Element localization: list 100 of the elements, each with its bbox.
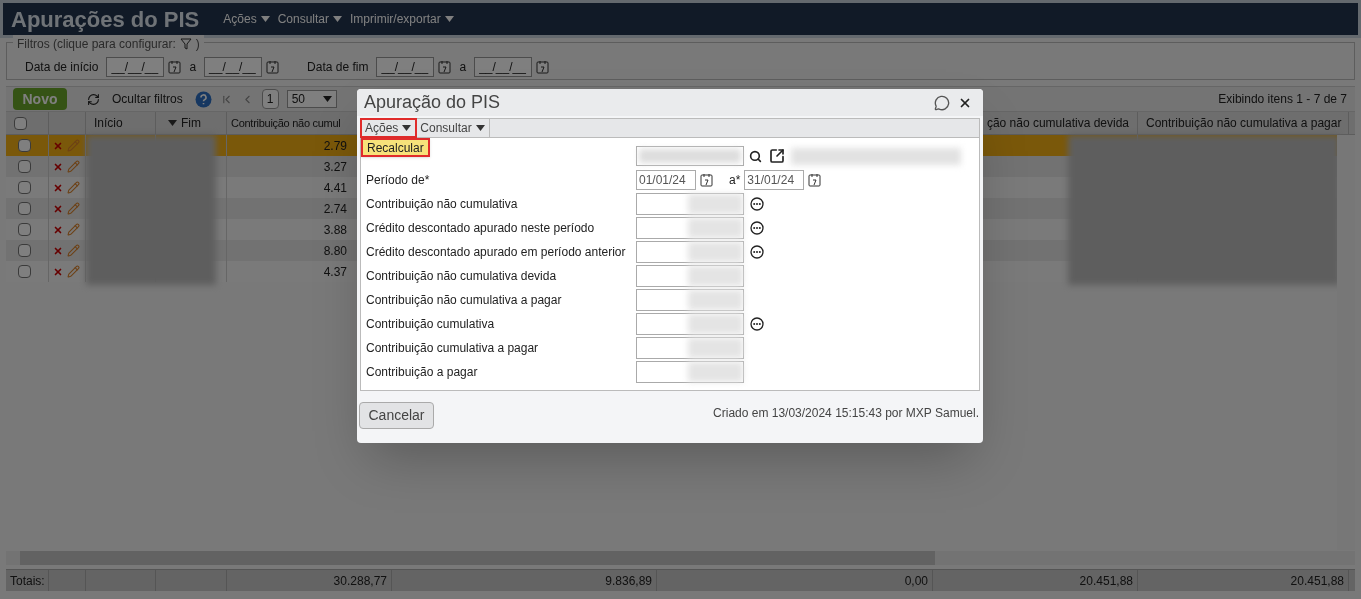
total-value: 0,00 — [904, 572, 928, 590]
field-label: Contribuição a pagar — [366, 364, 478, 381]
total-value: 20.451,88 — [1290, 572, 1344, 590]
column-header[interactable]: Início — [94, 114, 123, 132]
calendar-icon[interactable] — [168, 60, 182, 74]
caret-icon — [475, 125, 485, 131]
edit-icon[interactable] — [67, 244, 80, 257]
total-value: 30.288,77 — [333, 572, 387, 590]
table-cell-text: 4.37 — [323, 263, 347, 281]
external-link-icon[interactable] — [769, 148, 785, 164]
blurred-block — [688, 242, 743, 262]
input-field[interactable] — [636, 241, 744, 263]
blurred-block — [688, 194, 743, 214]
dialog-title: Apuração do PIS — [364, 91, 501, 114]
checkbox[interactable] — [18, 223, 31, 236]
delete-icon[interactable] — [53, 161, 63, 172]
blurred-block — [688, 290, 743, 310]
input-field[interactable] — [636, 217, 744, 239]
range-separator: a — [458, 59, 468, 76]
delete-icon[interactable] — [53, 224, 63, 235]
edit-icon[interactable] — [67, 202, 80, 215]
more-icon[interactable] — [750, 317, 764, 331]
date-field[interactable]: __/__/__ — [204, 57, 263, 77]
input-field[interactable] — [636, 361, 744, 383]
menu-button[interactable]: Imprimir/exportar — [350, 10, 454, 28]
hide-filters-button[interactable]: Ocultar filtros — [108, 90, 187, 108]
edit-icon[interactable] — [67, 181, 80, 194]
more-icon[interactable] — [750, 197, 764, 211]
input-field[interactable] — [636, 289, 744, 311]
edit-icon[interactable] — [67, 160, 80, 173]
cancel-button[interactable]: Cancelar — [359, 402, 434, 429]
items-status: Exibindo itens 1 - 7 de 7 — [1218, 91, 1347, 108]
date-field[interactable]: __/__/__ — [376, 57, 435, 77]
field-label: Contribuição cumulativa — [366, 316, 495, 333]
total-value: 9.836,89 — [605, 572, 652, 590]
edit-icon[interactable] — [67, 223, 80, 236]
page-size-select[interactable]: 50 — [286, 90, 337, 108]
calendar-icon[interactable] — [700, 173, 713, 187]
menu-button[interactable]: Consultar — [277, 10, 342, 28]
field-label: Período de* — [366, 172, 430, 189]
filter-legend-end: ) — [195, 36, 200, 53]
filter-label: Data de início — [25, 59, 99, 76]
checkbox[interactable] — [14, 116, 27, 130]
delete-icon[interactable] — [53, 203, 63, 214]
created-info: Criado em 13/03/2024 15:15:43 por MXP Samuel. — [713, 405, 979, 422]
comment-icon[interactable] — [934, 94, 950, 111]
page-number[interactable]: 1 — [261, 89, 279, 109]
checkbox[interactable] — [18, 139, 31, 152]
field-label: Contribuição não cumulativa a pagar — [366, 292, 562, 309]
delete-icon[interactable] — [53, 245, 63, 256]
date-field[interactable]: 01/01/24 — [636, 170, 696, 190]
checkbox[interactable] — [18, 181, 31, 194]
calendar-icon[interactable] — [438, 60, 452, 74]
caret-icon — [444, 16, 454, 22]
caret-icon — [168, 120, 177, 126]
table-cell-text: 8.80 — [323, 242, 347, 260]
date-field[interactable]: 31/01/24 — [744, 170, 805, 190]
field-label: Contribuição não cumulativa devida — [366, 268, 557, 285]
checkbox[interactable] — [18, 244, 31, 257]
totals-label: Totais: — [10, 572, 45, 590]
menu-item[interactable]: Recalcular — [367, 138, 424, 157]
filter-icon[interactable] — [179, 38, 192, 50]
date-field[interactable]: __/__/__ — [106, 57, 165, 77]
more-icon[interactable] — [750, 245, 764, 259]
input-field[interactable] — [636, 265, 744, 287]
checkbox[interactable] — [18, 265, 31, 278]
table-cell-text: 2.74 — [323, 200, 347, 218]
input-field[interactable] — [636, 193, 744, 215]
calendar-icon[interactable] — [266, 60, 280, 74]
column-header[interactable]: Contribuição não cumul — [231, 114, 341, 132]
menu-button[interactable]: Ações — [361, 119, 417, 137]
filter-label: Data de fim — [307, 59, 369, 76]
column-header[interactable]: ção não cumulativa devida — [986, 114, 1129, 132]
caret-icon — [402, 125, 412, 131]
help-icon[interactable] — [194, 90, 212, 108]
delete-icon[interactable] — [53, 182, 63, 193]
table-cell-text: 3.88 — [323, 221, 347, 239]
checkbox[interactable] — [18, 160, 31, 173]
field-label: Contribuição não cumulativa — [366, 196, 518, 213]
delete-icon[interactable] — [53, 266, 63, 277]
delete-icon[interactable] — [53, 140, 63, 151]
refresh-icon[interactable] — [87, 92, 100, 106]
date-field[interactable]: __/__/__ — [474, 57, 533, 77]
checkbox[interactable] — [18, 202, 31, 215]
menu-button[interactable]: Ações — [223, 10, 270, 28]
field-label: Crédito descontado apurado em período anterior — [366, 244, 626, 261]
table-cell-text: 4.41 — [323, 179, 347, 197]
calendar-icon[interactable] — [808, 173, 822, 187]
column-header[interactable]: Fim — [181, 114, 201, 132]
column-header[interactable]: Contribuição não cumulativa a pagar — [1146, 114, 1342, 132]
calendar-icon[interactable] — [536, 60, 550, 74]
edit-icon[interactable] — [67, 265, 80, 278]
input-field[interactable] — [636, 313, 744, 335]
search-icon[interactable] — [749, 149, 762, 163]
caret-icon — [333, 16, 342, 22]
menu-button[interactable]: Consultar — [416, 119, 490, 137]
field-label: Crédito descontado apurado neste período — [366, 220, 595, 237]
more-icon[interactable] — [750, 221, 764, 235]
total-value: 20.451,88 — [1079, 572, 1133, 590]
input-field[interactable] — [636, 337, 744, 359]
